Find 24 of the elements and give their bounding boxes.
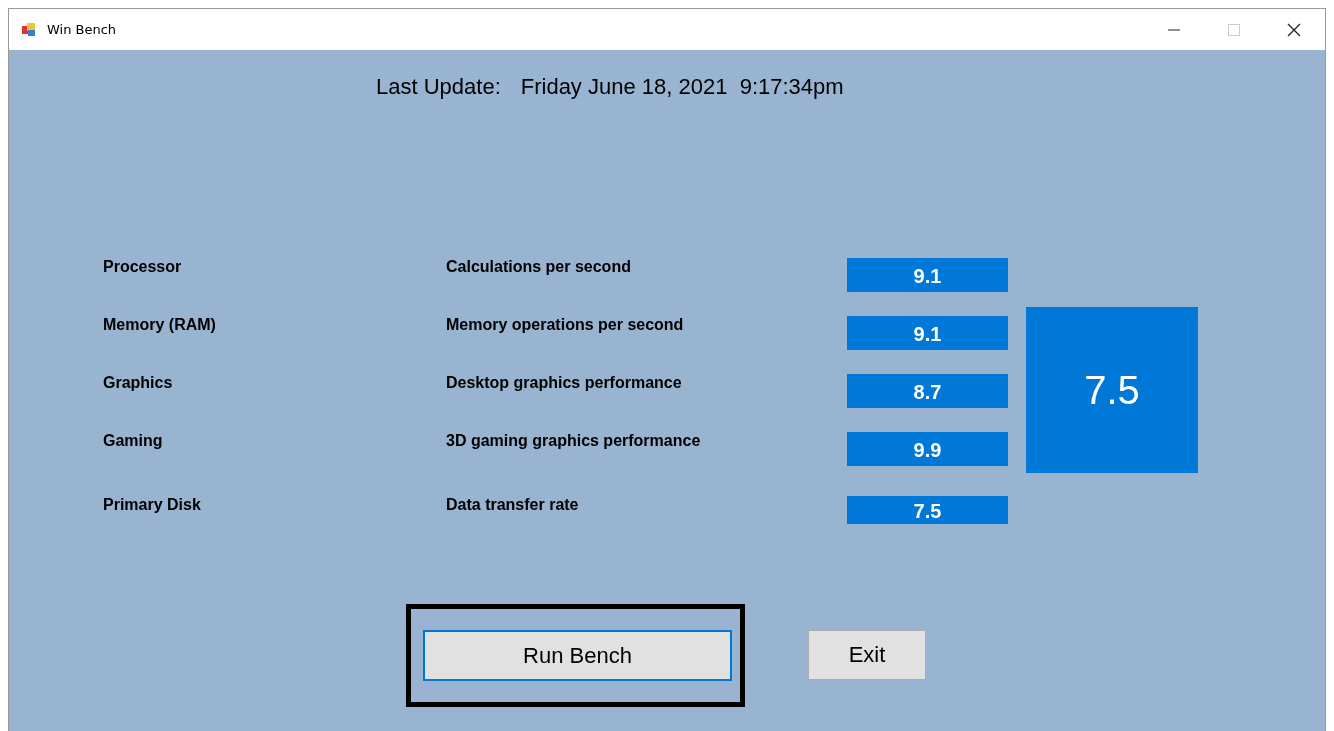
score-box: 9.1 — [847, 316, 1008, 350]
metric-description: Data transfer rate — [446, 496, 579, 514]
overall-score-box: 7.5 — [1026, 307, 1198, 473]
component-label: Processor — [103, 258, 182, 276]
component-label: Gaming — [103, 432, 163, 450]
metric-description: 3D gaming graphics performance — [446, 432, 701, 450]
app-icon — [21, 21, 37, 38]
component-label: Primary Disk — [103, 496, 201, 514]
metric-description: Calculations per second — [446, 258, 631, 276]
score-box: 7.5 — [847, 496, 1008, 524]
component-label: Memory (RAM) — [103, 316, 216, 334]
last-update-label: Last Update: — [376, 74, 501, 100]
component-label: Graphics — [103, 374, 173, 392]
score-box: 9.9 — [847, 432, 1008, 466]
exit-button[interactable]: Exit — [808, 630, 926, 680]
score-box: 8.7 — [847, 374, 1008, 408]
last-update-value: Friday June 18, 2021 9:17:34pm — [520, 74, 844, 100]
maximize-icon[interactable] — [1227, 22, 1241, 37]
window-title: Win Bench — [47, 22, 117, 37]
metric-description: Memory operations per second — [446, 316, 684, 334]
score-box: 9.1 — [847, 258, 1008, 292]
metric-description: Desktop graphics performance — [446, 374, 682, 392]
close-icon[interactable] — [1287, 22, 1301, 37]
run-bench-button[interactable]: Run Bench — [423, 630, 732, 681]
